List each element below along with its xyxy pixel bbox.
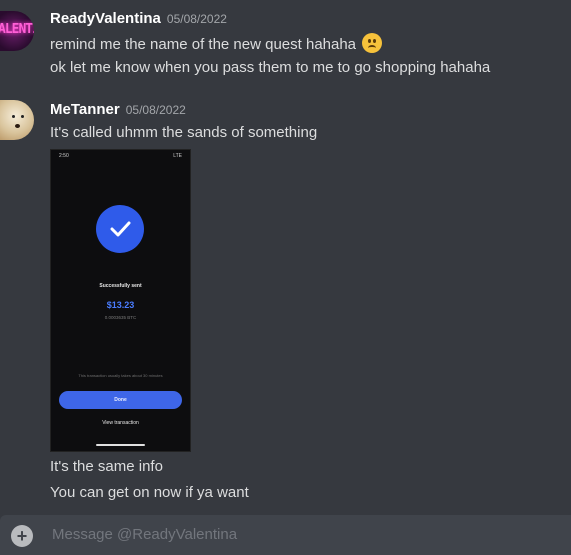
timestamp: 05/08/2022 (166, 12, 227, 26)
message-line: It's the same info (50, 458, 163, 475)
phone-status-bar: 2:50 LTE (59, 153, 182, 159)
home-indicator (96, 444, 145, 446)
image-attachment[interactable]: 2:50 LTE Successfully sent $13.23 0.0003… (50, 149, 191, 452)
username[interactable]: ReadyValentina (50, 10, 161, 27)
status-time: 2:50 (59, 153, 69, 159)
avatar[interactable]: ALENTIN (0, 11, 34, 51)
message-line: It's called uhmm the sands of something (50, 124, 318, 141)
timestamp: 05/08/2022 (125, 103, 186, 117)
message-input[interactable] (50, 521, 534, 547)
message-text: remind me the name of the new quest haha… (50, 36, 357, 53)
status-network: LTE (173, 153, 182, 159)
frowning-face-icon (362, 33, 383, 53)
plus-circle-icon[interactable]: + (11, 525, 33, 547)
view-transaction-link: View transaction (102, 420, 139, 426)
check-icon (96, 205, 144, 253)
sent-btc-amount: 0.0003635 BTC (104, 315, 137, 320)
sent-title: Successfully sent (99, 283, 142, 289)
message-header: ReadyValentina 05/08/2022 (50, 10, 227, 28)
avatar[interactable] (0, 100, 34, 140)
username[interactable]: MeTanner (50, 101, 120, 118)
transaction-note: This transaction usually takes about 30 … (78, 373, 163, 378)
message-composer: + (0, 515, 571, 555)
message-line: You can get on now if ya want (50, 484, 249, 501)
message-line: remind me the name of the new quest haha… (50, 33, 383, 53)
message-header: MeTanner 05/08/2022 (50, 101, 186, 119)
sent-amount: $13.23 (106, 300, 135, 310)
avatar-logo-text: ALENTIN (0, 22, 34, 37)
done-button: Done (59, 391, 182, 409)
message-line: ok let me know when you pass them to me … (50, 59, 491, 76)
